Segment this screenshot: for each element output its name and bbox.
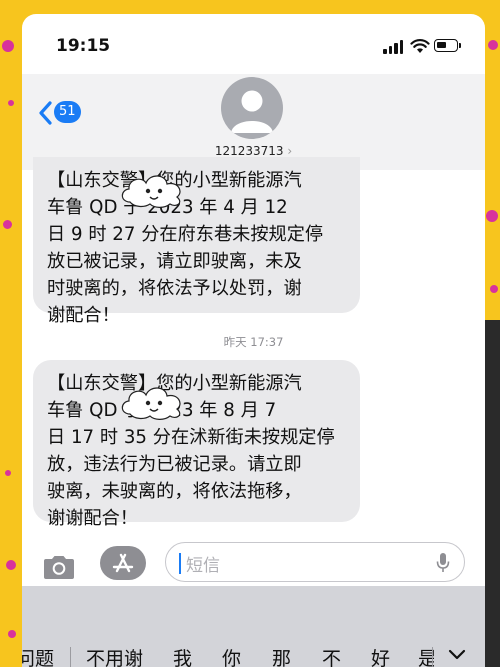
microphone-icon[interactable] [436,552,450,574]
suggestion-item[interactable]: 好 [371,644,390,667]
wifi-icon [410,39,430,53]
suggestion-divider [70,647,71,667]
background-dot [490,285,498,293]
suggestion-item[interactable]: 我 [173,644,192,667]
conversation-header: 51 121233713 › [22,74,485,170]
person-avatar-icon[interactable] [221,77,283,139]
background-dot [488,40,498,50]
status-time: 19:15 [56,36,111,56]
background-dot [6,560,16,570]
unread-count-badge: 51 [54,101,81,123]
suggestion-item[interactable]: 那 [272,644,291,667]
message-bubble[interactable]: 【山东交警】您的小型新能源汽 车鲁 QD 于 2023 年 4 月 12 日 9… [33,157,360,326]
message-bubble[interactable]: 【山东交警】您的小型新能源汽 车鲁 QD 于 2023 年 8 月 7 日 17… [33,360,360,529]
background-dot [486,210,498,222]
message-input-placeholder: 短信 [186,556,220,576]
background-dot [3,220,12,229]
suggestion-item[interactable]: 问题 [22,644,54,667]
text-caret [179,553,181,574]
chevron-left-icon [39,101,52,125]
suggestion-item[interactable]: 不 [322,644,341,667]
background-dot [8,100,14,106]
message-timestamp: 昨天 17:37 [223,335,284,349]
contact-number: 121233713 [214,144,284,158]
cloud-face-sticker [121,175,181,208]
camera-icon[interactable] [42,554,76,580]
keyboard-suggestions: 问题 不用谢 我 你 那 不 好 是 [22,586,485,667]
chevron-down-icon[interactable] [447,648,467,662]
background-dot [2,40,14,52]
cellular-signal-icon [383,40,405,54]
back-button[interactable]: 51 [38,96,88,128]
phone-screen: 19:15 51 121233713 › 【山东交警】您的小型新能源汽 车鲁 Q… [22,14,485,667]
contact-chevron-icon: › [287,144,293,158]
contact-name[interactable]: 121233713 › [22,144,485,158]
background-dot [5,470,11,476]
suggestion-item[interactable]: 不用谢 [86,644,143,667]
status-bar: 19:15 [22,14,485,74]
app-store-icon [112,553,134,573]
background-dot [8,630,16,638]
battery-icon [434,39,458,52]
suggestion-divider [432,647,433,667]
suggestion-item[interactable]: 你 [222,644,241,667]
dark-background-band [485,320,500,667]
cloud-face-sticker [121,387,181,420]
battery-cap [459,43,461,48]
app-store-button[interactable] [100,546,146,580]
message-input[interactable]: 短信 [165,542,465,582]
